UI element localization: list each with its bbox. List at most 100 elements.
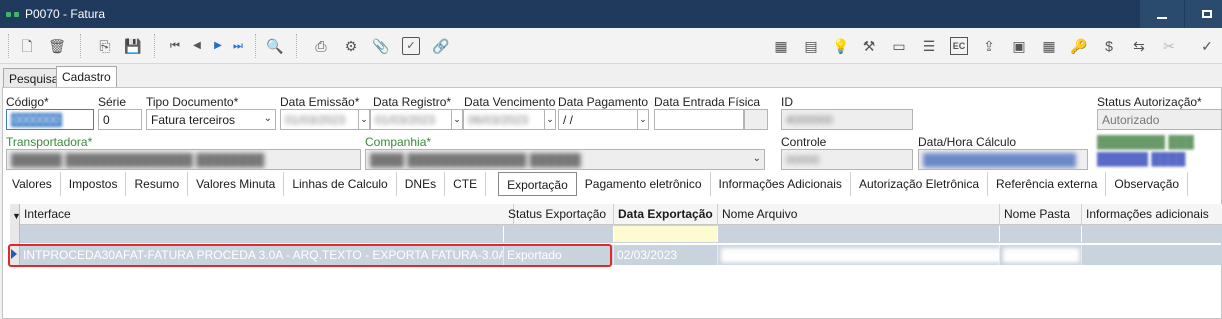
transfer-icon[interactable]: ⇆ — [1130, 37, 1148, 55]
serie-field[interactable]: 0 — [98, 109, 142, 130]
tab-cte[interactable]: CTE — [445, 172, 487, 196]
tab-exportacao[interactable]: Exportação — [498, 172, 577, 196]
data-entrada-fisica-label: Data Entrada Física — [654, 95, 761, 109]
export-icon[interactable]: ⇪ — [980, 37, 998, 55]
codigo-field[interactable]: 0000000 — [6, 109, 94, 130]
column-interface[interactable]: Interface — [20, 204, 514, 225]
tab-observacao[interactable]: Observação — [1106, 172, 1189, 196]
tipo-documento-select[interactable]: Fatura terceiros ⌄ — [146, 109, 276, 130]
data-vencimento-field[interactable]: 06/03/2023 — [463, 109, 545, 130]
filter-nome-arquivo[interactable] — [718, 226, 1000, 242]
toolbar-separator — [8, 34, 9, 58]
maximize-button[interactable] — [1185, 0, 1222, 28]
tab-dnes[interactable]: DNEs — [397, 172, 446, 196]
codigo-label: Código* — [6, 95, 49, 109]
data-registro-field[interactable]: 01/03/2023 — [370, 109, 452, 130]
last-record-icon[interactable]: ⏭ — [229, 37, 247, 55]
data-entrada-fisica-button[interactable] — [744, 109, 768, 130]
calculator-icon[interactable]: ▦ — [772, 37, 790, 55]
filter-informacoes[interactable] — [1082, 226, 1222, 242]
tab-valores[interactable]: Valores — [4, 172, 61, 196]
column-status-exportacao[interactable]: Status Exportação — [504, 204, 614, 225]
previous-record-icon[interactable]: ◀ — [188, 37, 206, 55]
toolbar-separator — [255, 34, 256, 58]
column-data-exportacao[interactable]: Data Exportação — [614, 204, 718, 225]
checkbox-icon[interactable]: ✓ — [402, 37, 420, 55]
new-document-icon[interactable]: 🗋 — [18, 37, 36, 55]
filter-status[interactable] — [504, 226, 614, 242]
column-informacoes-adicionais[interactable]: Informações adicionais — [1082, 204, 1222, 225]
data-vencimento-label: Data Vencimento — [464, 95, 556, 109]
tipo-documento-value: Fatura terceiros — [151, 113, 236, 127]
inner-tabs: Valores Impostos Resumo Valores Minuta L… — [4, 172, 1189, 196]
transportadora-field[interactable]: ██████ ███████████████ ████████ — [6, 149, 361, 170]
id-label: ID — [781, 95, 793, 109]
app-logo-icon — [6, 11, 19, 17]
tab-cadastro[interactable]: Cadastro — [56, 66, 117, 88]
data-hora-calculo-field: ██████████████████ — [918, 149, 1088, 170]
cell-nome-arquivo: ███████████████████████████████████ — [718, 245, 1000, 265]
column-nome-pasta[interactable]: Nome Pasta — [1000, 204, 1082, 225]
print-icon[interactable]: ⎙ — [312, 37, 330, 55]
data-emissao-label: Data Emissão* — [280, 95, 360, 109]
data-emissao-dropdown[interactable]: ⌄ — [358, 109, 370, 130]
filter-row — [20, 225, 1222, 243]
binoculars-search-icon[interactable]: 🔍 — [266, 37, 284, 55]
spreadsheet-icon[interactable]: ▦ — [1040, 37, 1058, 55]
serie-label: Série — [98, 95, 127, 109]
link-icon[interactable]: 🔗 — [432, 37, 450, 55]
minimize-button[interactable] — [1140, 0, 1184, 28]
data-pagamento-dropdown[interactable]: ⌄ — [637, 109, 649, 130]
redacted-link[interactable]: ██████ ████ — [1097, 152, 1185, 166]
sort-triangle-icon[interactable]: ▼ — [12, 211, 21, 221]
chevron-down-icon: ⌄ — [263, 113, 272, 124]
delete-icon[interactable]: 🗑 — [48, 37, 66, 55]
tab-autorizacao-eletronica[interactable]: Autorização Eletrônica — [851, 172, 989, 196]
companhia-select[interactable]: ████ ██████████████ ██████ ⌄ — [365, 149, 765, 170]
save-icon[interactable]: 💾 — [124, 37, 142, 55]
filter-data-exportacao[interactable] — [614, 226, 718, 242]
key-icon[interactable]: 🔑 — [1070, 37, 1088, 55]
document-status-icon[interactable]: ▣ — [1010, 37, 1028, 55]
form-icon[interactable]: ▤ — [802, 37, 820, 55]
tab-pagamento-eletronico[interactable]: Pagamento eletrônico — [577, 172, 711, 196]
tipo-documento-label: Tipo Documento* — [146, 95, 239, 109]
data-entrada-fisica-field[interactable] — [654, 109, 744, 130]
filter-interface[interactable] — [20, 226, 504, 242]
next-record-icon[interactable]: ▶ — [209, 37, 227, 55]
tab-impostos[interactable]: Impostos — [61, 172, 127, 196]
status-autorizacao-field: Autorizado — [1097, 109, 1222, 130]
data-emissao-field[interactable]: 01/03/2023 — [280, 109, 360, 130]
tab-informacoes-adicionais[interactable]: Informações Adicionais — [711, 172, 851, 196]
highlight-box — [8, 244, 612, 267]
controle-field: 00000 — [781, 149, 913, 170]
data-registro-dropdown[interactable]: ⌄ — [451, 109, 463, 130]
card-icon[interactable]: ▭ — [890, 37, 908, 55]
id-field: 4000000 — [781, 109, 913, 130]
grid-header: Interface Status Exportação Data Exporta… — [10, 204, 1222, 225]
confirm-icon[interactable]: ✓ — [1198, 37, 1216, 55]
cell-informacoes — [1082, 245, 1222, 265]
window-title: P0070 - Fatura — [25, 7, 106, 21]
filter-nome-pasta[interactable] — [1000, 226, 1082, 242]
tab-linhas-de-calculo[interactable]: Linhas de Calculo — [284, 172, 397, 196]
data-vencimento-dropdown[interactable]: ⌄ — [544, 109, 556, 130]
lightbulb-icon[interactable]: 💡 — [832, 37, 850, 55]
minimize-icon — [1157, 17, 1167, 19]
tools-icon[interactable]: ⚒ — [860, 37, 878, 55]
attachment-icon[interactable]: 📎 — [372, 37, 390, 55]
data-pagamento-field[interactable]: / / — [558, 109, 638, 130]
copy-icon[interactable]: ⎘ — [96, 37, 114, 55]
companhia-label: Companhia* — [365, 135, 432, 149]
list-icon[interactable]: ☰ — [920, 37, 938, 55]
first-record-icon[interactable]: ⏮ — [166, 37, 184, 55]
document-money-icon[interactable]: $ — [1100, 37, 1118, 55]
ec-icon[interactable]: EC — [950, 37, 968, 55]
toolbar-separator — [80, 34, 81, 58]
tab-valores-minuta[interactable]: Valores Minuta — [188, 172, 285, 196]
column-nome-arquivo[interactable]: Nome Arquivo — [718, 204, 1000, 225]
tab-referencia-externa[interactable]: Referência externa — [988, 172, 1107, 196]
gear-icon[interactable]: ⚙ — [342, 37, 360, 55]
cancel-icon[interactable]: ✂ — [1160, 37, 1178, 55]
tab-resumo[interactable]: Resumo — [126, 172, 189, 196]
